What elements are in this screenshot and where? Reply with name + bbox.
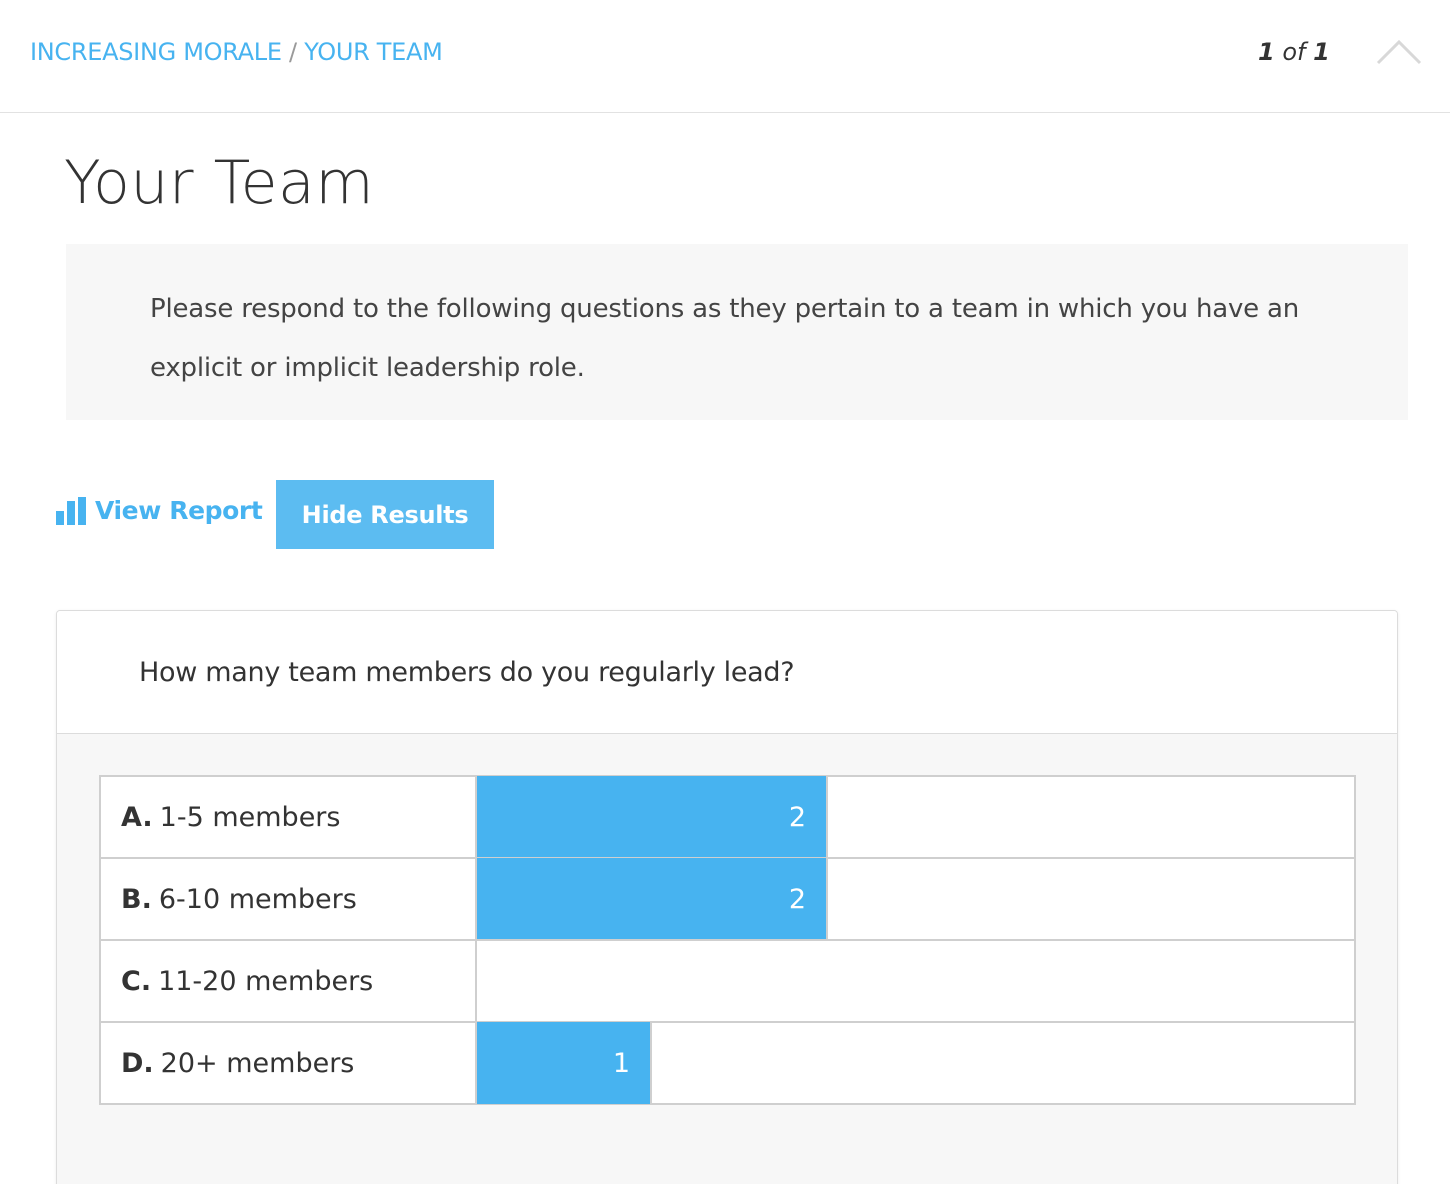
result-bar-area: 2 bbox=[477, 776, 1354, 858]
page-counter-of: of bbox=[1282, 38, 1306, 66]
page-counter: 1 of 1 bbox=[1258, 38, 1330, 66]
page-counter-current: 1 bbox=[1258, 38, 1275, 66]
result-bar-area bbox=[477, 941, 1354, 1021]
view-report-label: View Report bbox=[95, 496, 263, 525]
result-bar-area: 1 bbox=[477, 1022, 1354, 1104]
intro-panel: Please respond to the following question… bbox=[66, 244, 1408, 420]
option-label: 20+ members bbox=[160, 1047, 355, 1079]
breadcrumb-section-link[interactable]: INCREASING MORALE bbox=[30, 38, 282, 66]
question-card: How many team members do you regularly l… bbox=[56, 610, 1398, 1184]
result-bar-area: 2 bbox=[477, 858, 1354, 940]
bar-chart-icon bbox=[56, 496, 86, 525]
chevron-up-icon[interactable] bbox=[1375, 36, 1423, 68]
breadcrumb: INCREASING MORALE / YOUR TEAM bbox=[30, 38, 443, 66]
result-row: C. 11-20 members bbox=[101, 939, 1354, 1021]
option-label: 6-10 members bbox=[158, 883, 357, 915]
option-label: 1-5 members bbox=[159, 801, 341, 833]
option-letter: C. bbox=[121, 965, 152, 997]
hide-results-button[interactable]: Hide Results bbox=[276, 480, 494, 549]
intro-text: Please respond to the following question… bbox=[150, 294, 1300, 383]
page-title: Your Team bbox=[64, 148, 375, 218]
page-counter-total: 1 bbox=[1313, 38, 1330, 66]
top-bar: INCREASING MORALE / YOUR TEAM 1 of 1 bbox=[0, 0, 1450, 113]
question-header: How many team members do you regularly l… bbox=[57, 611, 1397, 734]
option-letter: D. bbox=[121, 1047, 154, 1079]
question-text: How many team members do you regularly l… bbox=[139, 657, 795, 688]
result-label: B. 6-10 members bbox=[101, 859, 477, 939]
result-count: 2 bbox=[788, 883, 806, 915]
result-bar: 2 bbox=[477, 776, 828, 858]
breadcrumb-page-link[interactable]: YOUR TEAM bbox=[304, 38, 443, 66]
result-label: D. 20+ members bbox=[101, 1023, 477, 1103]
result-row: A. 1-5 members 2 bbox=[101, 776, 1354, 858]
result-count: 1 bbox=[612, 1047, 630, 1079]
result-label: A. 1-5 members bbox=[101, 777, 477, 857]
result-row: D. 20+ members 1 bbox=[101, 1021, 1354, 1104]
results-chart: A. 1-5 members 2 B. 6-10 members 2 C. 11-20 mem… bbox=[99, 775, 1356, 1105]
option-letter: A. bbox=[121, 801, 153, 833]
option-letter: B. bbox=[121, 883, 152, 915]
view-report-link[interactable]: View Report bbox=[56, 496, 263, 525]
result-row: B. 6-10 members 2 bbox=[101, 857, 1354, 940]
result-bar: 1 bbox=[477, 1022, 652, 1104]
result-bar: 2 bbox=[477, 858, 828, 940]
option-label: 11-20 members bbox=[158, 965, 374, 997]
result-count: 2 bbox=[788, 801, 806, 833]
result-label: C. 11-20 members bbox=[101, 941, 477, 1021]
breadcrumb-separator: / bbox=[289, 38, 297, 66]
